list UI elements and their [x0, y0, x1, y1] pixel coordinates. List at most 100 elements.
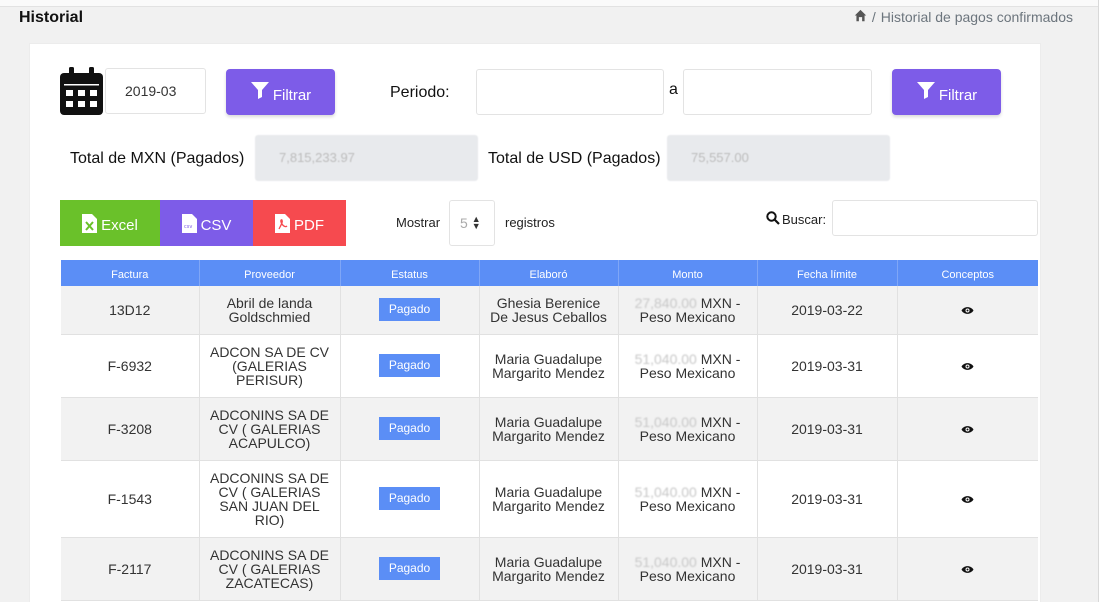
table-row: F-6932 ADCON SA DE CV (GALERIAS PERISUR) Pag… [61, 334, 1038, 398]
cell-fecha: 2019-03-31 [757, 460, 898, 538]
month-input[interactable] [105, 68, 206, 114]
export-excel-button[interactable]: Excel [60, 200, 160, 246]
period-to-input[interactable] [683, 69, 872, 115]
home-icon[interactable] [854, 9, 867, 25]
cell-elaboro: Maria Guadalupe Margarito Mendez [479, 334, 619, 398]
cell-estatus: Pagado [340, 397, 480, 461]
column-header-factura[interactable]: Factura [61, 260, 200, 286]
search-label: Buscar: [782, 212, 827, 227]
top-edge [0, 0, 1099, 7]
amount-description: Peso Mexicano [639, 427, 736, 444]
page-length-select[interactable]: 5 ▲ ▼ [449, 200, 495, 246]
cell-conceptos [897, 397, 1038, 461]
column-header-monto[interactable]: Monto [618, 260, 758, 286]
column-header-estatus[interactable]: Estatus [340, 260, 480, 286]
total-mxn-label: Total de MXN (Pagados) [70, 150, 245, 167]
cell-conceptos [897, 460, 1038, 538]
status-badge: Pagado [378, 298, 441, 322]
elaboro-line: Ghesia Berenice [496, 294, 601, 311]
filter-period-label: Filtrar [938, 86, 978, 104]
export-pdf-label: PDF [294, 216, 324, 234]
cell-elaboro: Maria Guadalupe Margarito Mendez [479, 397, 619, 461]
calendar-icon[interactable] [60, 67, 103, 115]
elaboro-line: De Jesus Ceballos [490, 308, 607, 325]
export-csv-label: CSV [200, 216, 232, 234]
cell-estatus: Pagado [340, 460, 480, 538]
export-csv-button[interactable]: csv CSV [160, 200, 253, 246]
cell-elaboro: Maria Guadalupe Margarito Mendez [479, 537, 619, 601]
status-badge: Pagado [378, 354, 441, 377]
proveedor-line: ACAPULCO) [228, 434, 311, 451]
amount-value: 51,040.00 [634, 553, 697, 570]
cell-factura: F-6932 [61, 334, 200, 398]
cell-elaboro: Ghesia Berenice De Jesus Ceballos [479, 286, 619, 335]
view-concepts-eye-icon[interactable] [961, 421, 974, 437]
proveedor-line: RIO) [254, 511, 285, 528]
cell-fecha: 2019-03-31 [757, 397, 898, 461]
breadcrumb: / Historial de pagos confirmados [854, 9, 1073, 25]
total-usd-label: Total de USD (Pagados) [488, 150, 661, 167]
amount-value: 51,040.00 [634, 483, 697, 500]
page-length-value: 5 [460, 215, 468, 231]
cell-factura: F-2117 [61, 537, 200, 601]
elaboro-line: Margarito Mendez [492, 567, 605, 584]
amount-value: 51,040.00 [634, 350, 697, 367]
cell-fecha: 2019-03-31 [757, 334, 898, 398]
cell-proveedor: Abril de landa Goldschmied [199, 286, 341, 335]
cell-monto: 51,040.00 MXN - Peso Mexicano [618, 537, 758, 601]
filter-icon [916, 82, 935, 99]
table-row: F-1543 ADCONINS SA DE CV ( GALERIAS SAN JUA… [61, 460, 1038, 538]
cell-monto: 51,040.00 MXN - Peso Mexicano [618, 334, 758, 398]
amount-value: 51,040.00 [634, 413, 697, 430]
elaboro-line: Maria Guadalupe [494, 413, 603, 430]
csv-file-icon: csv [181, 213, 197, 233]
view-concepts-eye-icon[interactable] [961, 491, 974, 507]
cell-estatus: Pagado [340, 334, 480, 398]
cell-proveedor: ADCONINS SA DE CV ( GALERIAS ZACATECAS) [199, 537, 341, 601]
amount-value: 27,840.00 [634, 294, 697, 311]
filter-month-button[interactable]: Filtrar [226, 69, 335, 115]
table-row: F-3208 ADCONINS SA DE CV ( GALERIAS ACAPULC… [61, 397, 1038, 461]
table-row: F-2117 ADCONINS SA DE CV ( GALERIAS ZACATEC… [61, 537, 1038, 601]
amount-description: Peso Mexicano [639, 308, 736, 325]
select-arrows-icon: ▲ ▼ [471, 214, 481, 231]
records-label: registros [505, 215, 555, 230]
cell-conceptos [897, 334, 1038, 398]
period-from-input[interactable] [476, 69, 664, 115]
breadcrumb-separator: / [871, 9, 876, 25]
proveedor-line: CV ( GALERIAS [218, 560, 321, 577]
filter-month-label: Filtrar [272, 86, 312, 104]
search-input[interactable] [832, 200, 1038, 236]
column-header-fecha[interactable]: Fecha límite [757, 260, 898, 286]
proveedor-line: ADCONINS SA DE [209, 406, 330, 423]
pdf-file-icon [275, 213, 290, 233]
cell-proveedor: ADCON SA DE CV (GALERIAS PERISUR) [199, 334, 341, 398]
proveedor-line: ZACATECAS) [225, 574, 314, 591]
cell-conceptos [897, 286, 1038, 335]
export-pdf-button[interactable]: PDF [253, 200, 346, 246]
elaboro-line: Maria Guadalupe [494, 350, 603, 367]
elaboro-line: Margarito Mendez [492, 497, 605, 514]
elaboro-line: Margarito Mendez [492, 364, 605, 381]
proveedor-line: SAN JUAN DEL [219, 497, 320, 514]
view-concepts-eye-icon[interactable] [961, 302, 974, 318]
proveedor-line: (GALERIAS [232, 357, 307, 374]
proveedor-line: CV ( GALERIAS [218, 483, 321, 500]
cell-proveedor: ADCONINS SA DE CV ( GALERIAS SAN JUAN DEL R… [199, 460, 341, 538]
proveedor-line: ADCON SA DE CV [209, 343, 330, 360]
view-concepts-eye-icon[interactable] [961, 358, 974, 374]
column-header-elaboro[interactable]: Elaboró [479, 260, 619, 286]
filter-period-button[interactable]: Filtrar [892, 69, 1001, 115]
elaboro-line: Maria Guadalupe [494, 553, 603, 570]
proveedor-line: Goldschmied [228, 308, 311, 325]
column-header-conceptos[interactable]: Conceptos [897, 260, 1038, 286]
view-concepts-eye-icon[interactable] [961, 561, 974, 577]
export-excel-label: Excel [101, 216, 138, 234]
period-separator: a [669, 81, 678, 98]
elaboro-line: Maria Guadalupe [494, 483, 603, 500]
cell-conceptos [897, 537, 1038, 601]
total-mxn-value: 7,815,233.97 [255, 135, 478, 181]
cell-fecha: 2019-03-31 [757, 537, 898, 601]
column-header-proveedor[interactable]: Proveedor [199, 260, 341, 286]
table-header-row: Factura Proveedor Estatus Elaboró Monto Fecha… [61, 260, 1038, 286]
